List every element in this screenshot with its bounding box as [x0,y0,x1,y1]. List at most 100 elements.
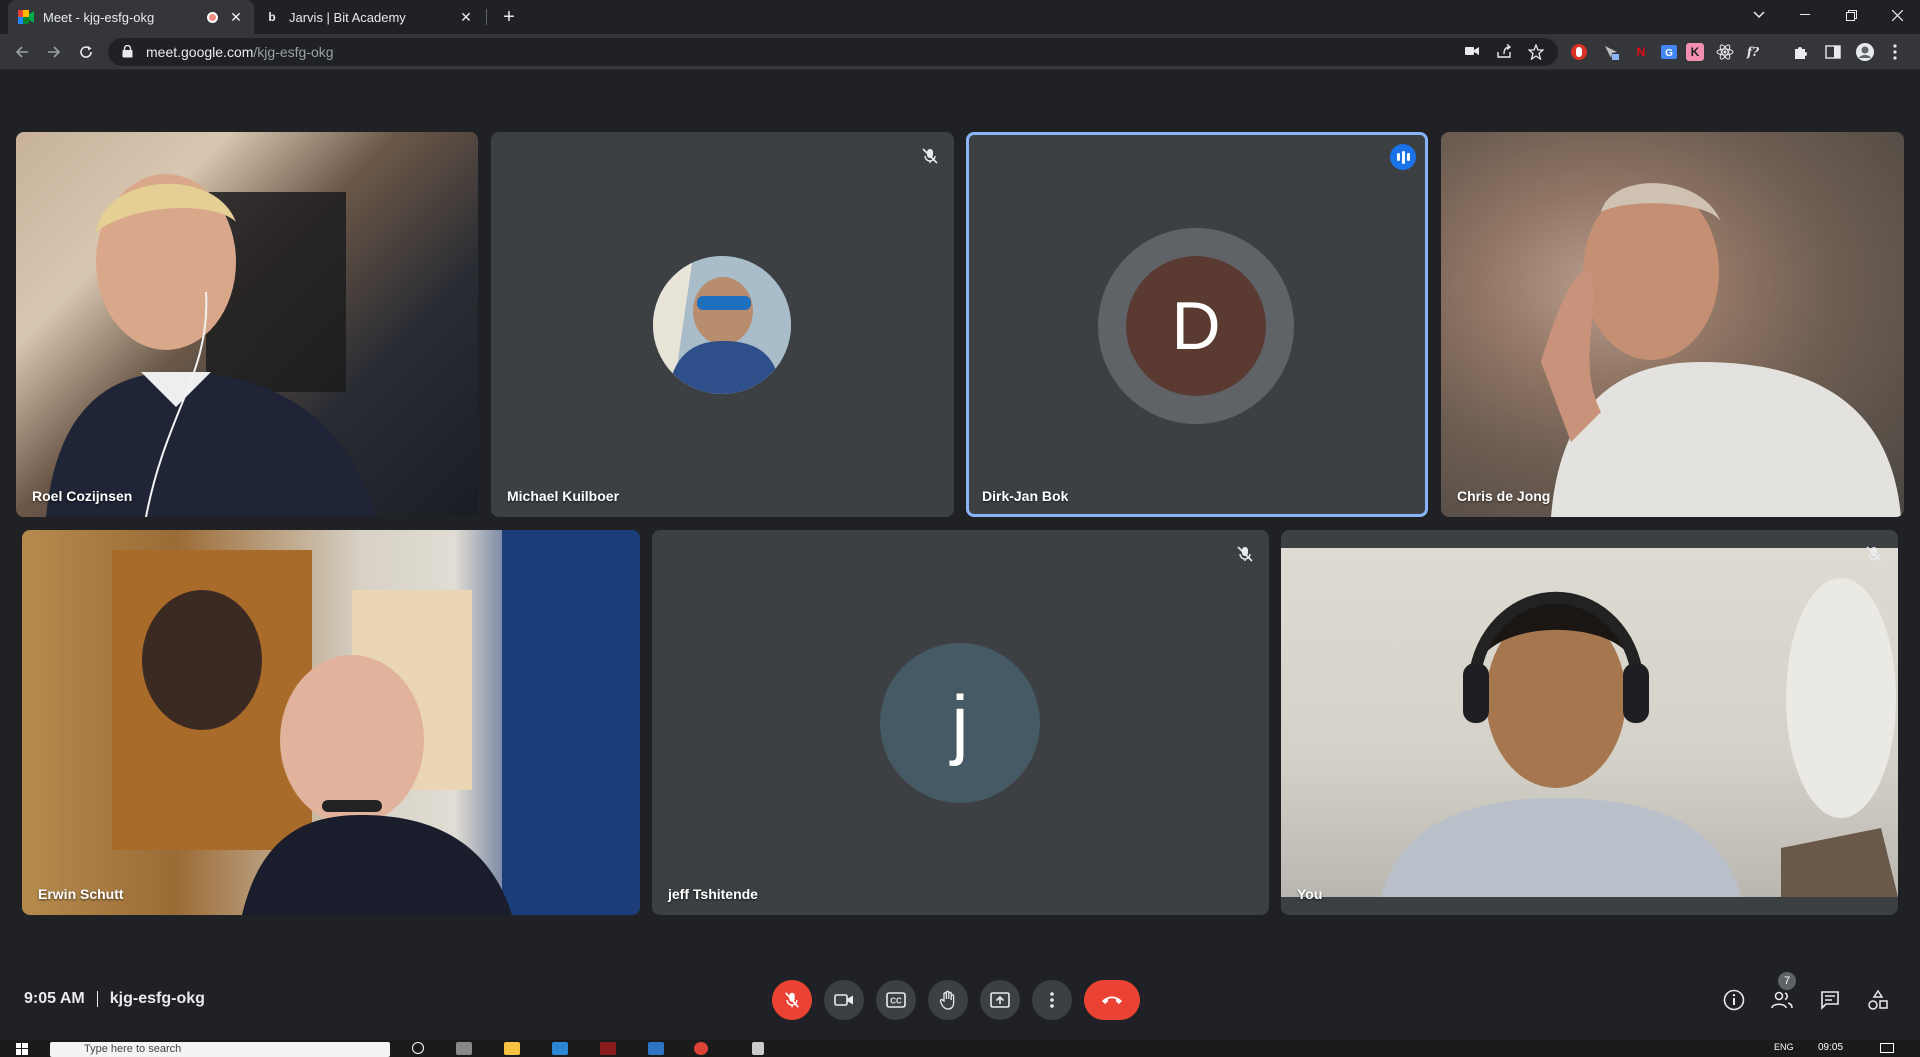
people-button[interactable] [1768,986,1796,1014]
react-ext-icon[interactable] [1714,41,1736,63]
video-camera-icon[interactable] [1464,44,1480,60]
kebab-icon[interactable] [1884,41,1906,63]
meeting-code: kjg-esfg-okg [109,990,205,1007]
k-ext-icon[interactable]: K [1686,43,1704,61]
reload-button[interactable] [72,38,100,66]
captions-icon: CC [886,992,906,1008]
lock-icon [122,45,136,59]
star-icon[interactable] [1528,44,1544,60]
forward-button[interactable] [40,38,68,66]
participant-tile-chris[interactable]: Chris de Jong [1441,132,1904,517]
puzzle-icon[interactable] [1790,41,1812,63]
participant-tile-roel[interactable]: Roel Cozijnsen [16,132,478,517]
settings-icon[interactable] [752,1042,764,1055]
participant-name: Dirk-Jan Bok [982,488,1069,504]
back-button[interactable] [8,38,36,66]
new-tab-button[interactable]: + [496,4,522,30]
meet-favicon-icon [18,9,34,25]
close-tab-icon[interactable]: ✕ [228,9,244,25]
participant-avatar-initial: D [1126,256,1266,396]
meeting-info: 9:05 AM kjg-esfg-okg [24,990,205,1008]
cortana-icon[interactable] [412,1042,424,1054]
activities-icon [1868,989,1888,1010]
muted-mic-icon [920,146,940,166]
present-screen-button[interactable] [980,980,1020,1020]
close-tab-icon[interactable]: ✕ [458,9,474,25]
participant-name: Erwin Schutt [38,886,124,902]
chat-icon [1821,991,1839,1010]
participant-tile-jeff[interactable]: j jeff Tshitende [652,530,1269,915]
chat-button[interactable] [1816,986,1844,1014]
participant-tile-michael[interactable]: Michael Kuilboer [491,132,954,517]
profile-icon[interactable] [1854,41,1876,63]
cursor-ext-icon[interactable] [1600,41,1622,63]
video-camera-icon [834,994,853,1006]
present-icon [990,992,1010,1008]
tab-search-icon[interactable] [1736,0,1782,30]
activities-button[interactable] [1864,986,1892,1014]
url-path: /kjg-esfg-okg [253,44,334,60]
notifications-icon[interactable] [1880,1043,1894,1053]
speaking-indicator-icon [1390,144,1416,170]
participant-tile-dirk-jan[interactable]: D Dirk-Jan Bok [966,132,1428,517]
muted-mic-icon [1864,544,1884,564]
restore-button[interactable] [1828,0,1874,30]
muted-mic-icon [1235,544,1255,564]
camera-toggle-button[interactable] [824,980,864,1020]
participant-video [1541,183,1901,517]
leave-call-button[interactable] [1084,980,1140,1020]
tab-title: Jarvis | Bit Academy [289,9,406,25]
participant-video [112,530,640,915]
kebab-icon [1050,992,1054,1008]
participant-name: Roel Cozijnsen [32,488,133,504]
tab-title: Meet - kjg-esfg-okg [43,9,155,25]
participant-name: Chris de Jong [1457,488,1551,504]
tab-jarvis[interactable]: b Jarvis | Bit Academy ✕ [254,0,484,34]
taskbar-clock[interactable]: 09:05 [1818,1042,1843,1053]
taskbar-search-input[interactable]: Type here to search [50,1042,390,1057]
svg-text:G: G [1665,48,1673,59]
recording-indicator-icon [207,11,218,23]
file-explorer-icon[interactable] [504,1042,520,1055]
participant-name: jeff Tshitende [668,886,758,902]
info-icon [1723,989,1745,1011]
tab-meet[interactable]: Meet - kjg-esfg-okg ✕ [8,0,254,34]
hand-icon [939,990,955,1010]
close-window-button[interactable] [1874,0,1920,30]
tab-divider [486,9,487,25]
red-ext-icon[interactable] [1568,41,1590,63]
app-icon-blue[interactable] [648,1042,664,1055]
share-icon[interactable] [1496,44,1512,60]
language-indicator[interactable]: ENG [1774,1042,1794,1052]
participant-name: Michael Kuilboer [507,488,620,504]
browser-toolbar: meet.google.com/kjg-esfg-okg N G K f? [0,34,1920,70]
participant-video [46,174,376,517]
participant-tile-you[interactable]: You [1281,530,1898,915]
app-icon[interactable] [600,1042,616,1055]
speaking-halo: D [1098,228,1294,424]
fx-ext-icon[interactable]: f? [1742,41,1764,63]
participant-tile-erwin[interactable]: Erwin Schutt [22,530,640,915]
raise-hand-button[interactable] [928,980,968,1020]
meeting-time: 9:05 AM [24,990,85,1007]
vscode-icon[interactable] [552,1042,568,1055]
captions-button[interactable]: CC [876,980,916,1020]
participant-avatar-initial: j [880,643,1040,803]
translate-ext-icon[interactable]: G [1658,41,1680,63]
people-count-badge: 7 [1778,972,1796,990]
participant-avatar-photo [653,256,791,394]
address-bar[interactable]: meet.google.com/kjg-esfg-okg [108,38,1558,66]
svg-text:CC: CC [890,997,902,1006]
netflix-ext-icon[interactable]: N [1630,41,1652,63]
url-host: meet.google.com [146,44,254,60]
self-video [1281,548,1898,897]
sidepanel-icon[interactable] [1822,41,1844,63]
browser-tab-bar: Meet - kjg-esfg-okg ✕ b Jarvis | Bit Aca… [0,0,1920,34]
task-view-icon[interactable] [456,1042,472,1055]
meeting-details-button[interactable] [1720,986,1748,1014]
more-options-button[interactable] [1032,980,1072,1020]
minimize-button[interactable] [1782,0,1828,30]
windows-start-icon[interactable] [16,1043,28,1055]
microphone-toggle-button[interactable] [772,980,812,1020]
chrome-icon[interactable] [694,1042,708,1055]
